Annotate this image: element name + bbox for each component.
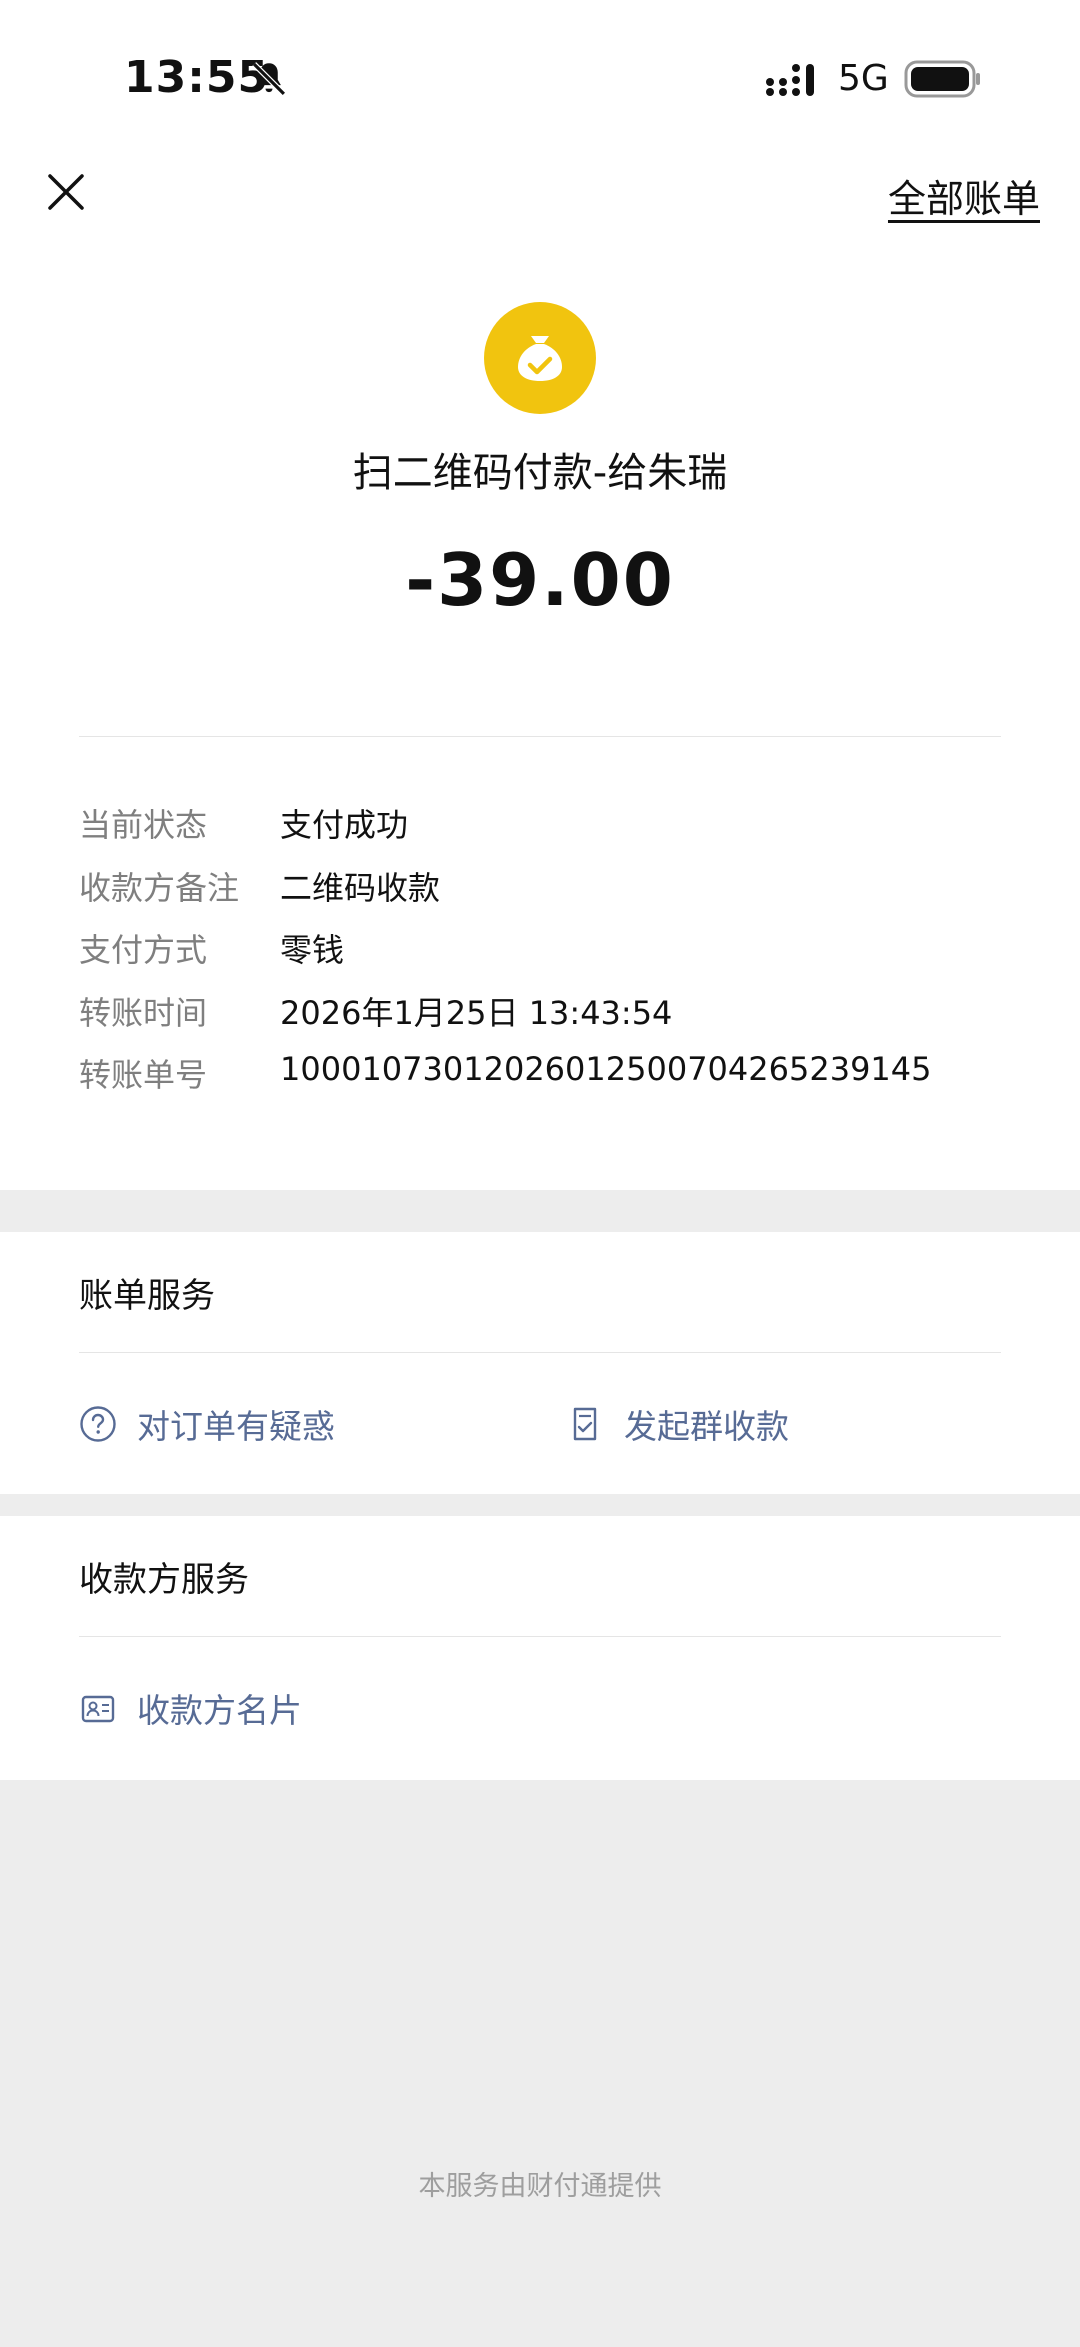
detail-value: 支付成功: [280, 806, 409, 844]
detail-row-payee-note: 收款方备注 二维码收款: [79, 863, 1001, 926]
transaction-summary-panel: 13:55 5G 全部账单 扫二维码付款-给朱瑞 -39.00 当前状态 支付成…: [0, 0, 1080, 1190]
network-type: 5G: [838, 58, 889, 99]
detail-row-transfer-number: 转账单号 10001073012026012500704265239145: [79, 1050, 1001, 1113]
payee-card-button[interactable]: 收款方名片: [79, 1684, 302, 1732]
detail-key: 支付方式: [79, 931, 208, 969]
detail-row-status: 当前状态 支付成功: [79, 800, 1001, 863]
detail-value[interactable]: 10001073012026012500704265239145: [280, 1050, 932, 1088]
detail-row-payment-method: 支付方式 零钱: [79, 925, 1001, 988]
signal-icon: [766, 64, 814, 96]
bill-service-section: 账单服务 对订单有疑惑 发起群收款: [0, 1232, 1080, 1494]
payee-card-label: 收款方名片: [137, 1691, 302, 1730]
detail-key: 转账单号: [79, 1056, 208, 1094]
transaction-title: 扫二维码付款-给朱瑞: [352, 450, 728, 496]
all-bills-link[interactable]: 全部账单: [888, 168, 1040, 223]
transaction-amount: -39.00: [405, 538, 675, 622]
section-title: 账单服务: [79, 1276, 215, 1316]
detail-key: 转账时间: [79, 993, 208, 1032]
detail-row-transfer-time: 转账时间 2026年1月25日 13:43:54: [79, 988, 1001, 1051]
order-question-button[interactable]: 对订单有疑惑: [79, 1400, 335, 1448]
provider-footer: 本服务由财付通提供: [418, 2171, 662, 2202]
section-title: 收款方服务: [79, 1560, 249, 1600]
detail-value: 2026年1月25日 13:43:54: [280, 993, 673, 1032]
group-collection-label: 发起群收款: [624, 1407, 789, 1446]
divider: [79, 1636, 1001, 1637]
close-icon[interactable]: [44, 170, 88, 214]
detail-key: 收款方备注: [79, 868, 240, 907]
group-collection-button[interactable]: 发起群收款: [566, 1400, 789, 1448]
detail-list: 当前状态 支付成功 收款方备注 二维码收款 支付方式 零钱 转账时间 2026年…: [79, 800, 1001, 1113]
payee-service-section: 收款方服务 收款方名片: [0, 1516, 1080, 1780]
receipt-check-icon: [573, 1407, 597, 1441]
detail-value: 二维码收款: [280, 868, 441, 907]
question-circle-icon: [80, 1406, 116, 1442]
battery-icon: [904, 60, 980, 98]
divider: [79, 1352, 1001, 1353]
detail-key: 当前状态: [79, 806, 208, 844]
status-bar: 13:55 5G: [0, 0, 1080, 130]
money-bag-icon: [484, 302, 596, 414]
contact-card-icon: [81, 1695, 115, 1723]
divider: [79, 736, 1001, 737]
bell-muted-icon: [252, 62, 286, 96]
detail-value: 零钱: [280, 931, 345, 969]
order-question-label: 对订单有疑惑: [137, 1407, 335, 1446]
